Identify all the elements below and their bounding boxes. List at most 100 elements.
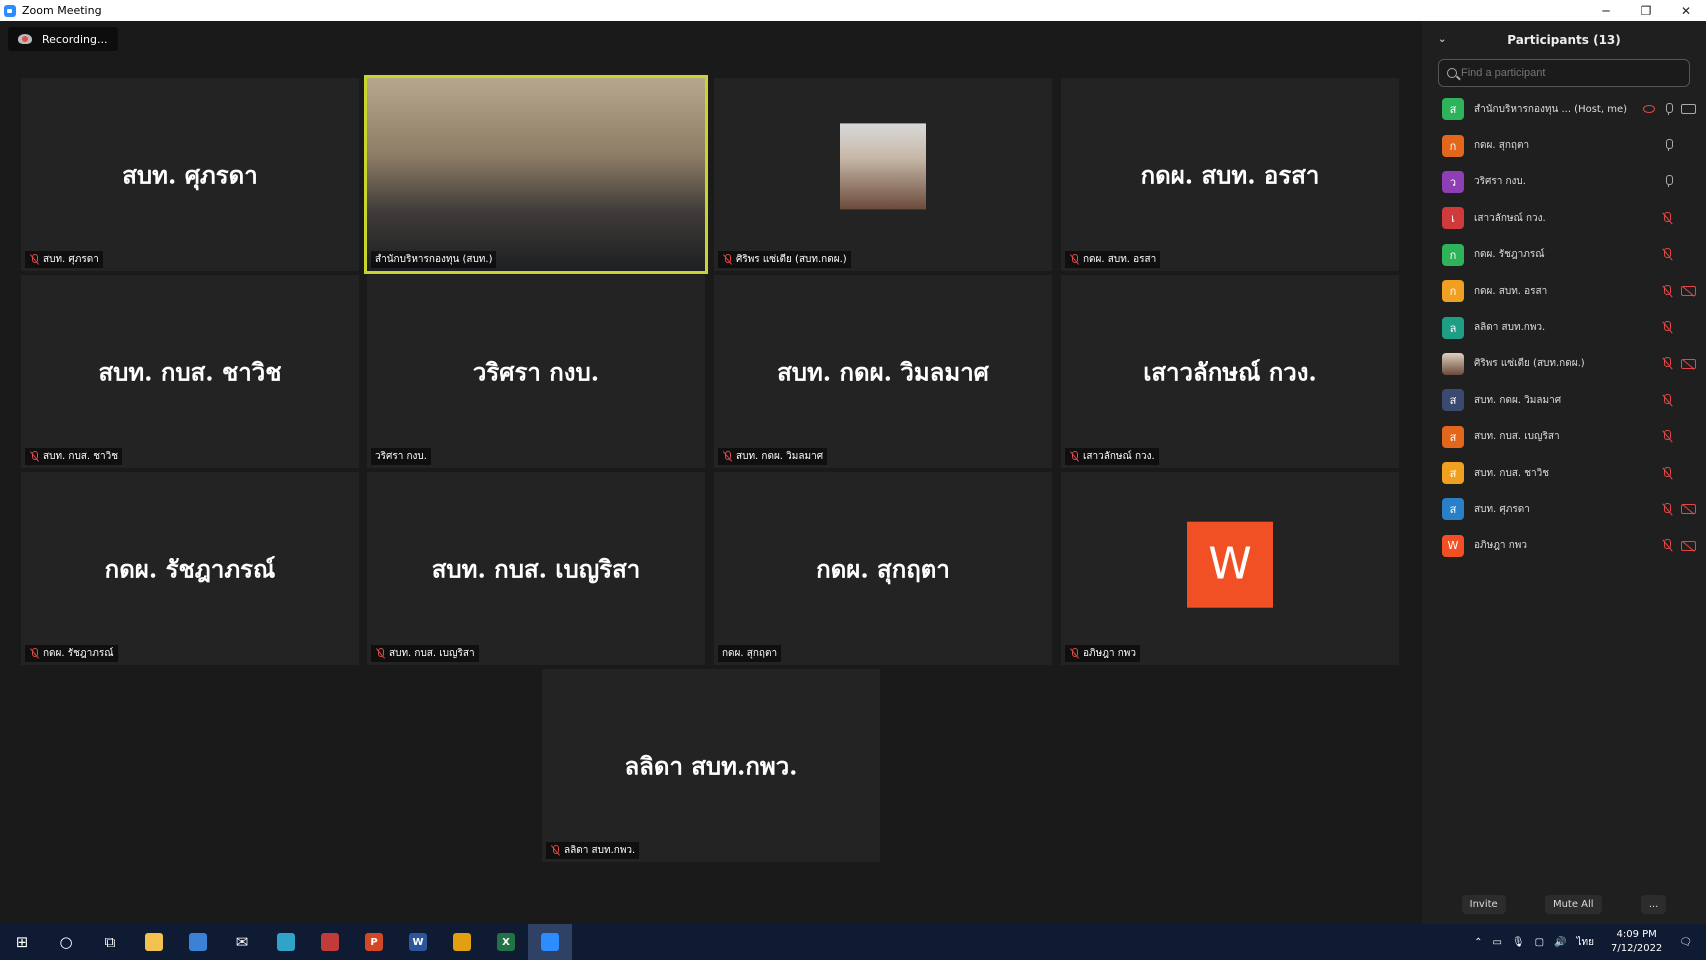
participant-row[interactable]: เ เสาวลักษณ์ กวง. [1422, 200, 1706, 236]
powerpoint-taskbar-icon[interactable]: P [352, 924, 396, 960]
mic-icon[interactable] [1663, 139, 1673, 152]
video-tile[interactable]: สำนักบริหารกองทุน (สบท.) [364, 75, 708, 274]
chrome-taskbar-icon[interactable] [440, 924, 484, 960]
camera-off-icon[interactable] [1681, 504, 1696, 515]
search-taskbar-icon[interactable]: ○ [44, 924, 88, 960]
more-options-button[interactable]: ... [1640, 895, 1667, 914]
invite-button[interactable]: Invite [1461, 895, 1506, 914]
mic-icon[interactable] [1663, 102, 1673, 116]
app-red-taskbar-icon[interactable] [308, 924, 352, 960]
video-tile[interactable]: สบท. กบส. เบญริสา สบท. กบส. เบญริสา [367, 472, 705, 665]
camera-icon[interactable] [1681, 104, 1696, 115]
language-indicator[interactable]: ไทย [1577, 935, 1594, 950]
tile-display-name: ลลิดา สบท.กพว. [624, 751, 798, 780]
mic-icon[interactable] [1663, 175, 1673, 188]
mic-muted-icon[interactable] [1661, 502, 1673, 516]
participant-row[interactable]: ล ลลิดา สบท.กพว. [1422, 309, 1706, 345]
word-taskbar-icon[interactable]: W [396, 924, 440, 960]
participant-name: วริศรา กงบ. [1474, 176, 1526, 188]
mic-muted-icon[interactable] [1661, 284, 1673, 298]
participant-avatar: เ [1442, 207, 1464, 230]
tile-display-name: กดผ. สบท. อรสา [1140, 160, 1320, 189]
tile-display-name: สบท. กดผ. วิมลมาศ [777, 357, 989, 386]
participant-row[interactable]: ก กดผ. รัชฎาภรณ์ [1422, 237, 1706, 273]
video-tile[interactable]: สบท. ศุภรดา สบท. ศุภรดา [21, 78, 359, 271]
participant-search[interactable] [1438, 59, 1690, 87]
camera-off-icon[interactable] [1681, 286, 1696, 297]
close-button[interactable]: ✕ [1666, 0, 1706, 21]
network-icon[interactable]: ▭ [1492, 937, 1501, 948]
tile-name-label: สบท. ศุภรดา [25, 251, 103, 268]
notifications-icon[interactable]: 🗨 [1679, 937, 1692, 948]
participant-row[interactable]: ส สบท. กบส. เบญริสา [1422, 419, 1706, 455]
mic-muted-icon[interactable] [1661, 430, 1673, 443]
display-icon[interactable]: ▢ [1535, 937, 1544, 948]
participant-row[interactable]: ก กดผ. สุกฤตา [1422, 127, 1706, 163]
mic-muted-icon[interactable] [1661, 321, 1673, 334]
tile-label-text: สบท. กบส. เบญริสา [389, 648, 475, 659]
participant-row[interactable]: W อภิษฎา กพว [1422, 528, 1706, 564]
video-tile[interactable]: กดผ. สบท. อรสา กดผ. สบท. อรสา [1061, 78, 1399, 271]
video-tile[interactable]: วริศรา กงบ. วริศรา กงบ. [367, 275, 705, 468]
mic-muted-icon[interactable] [1661, 466, 1673, 480]
mail-taskbar-icon[interactable]: ✉ [220, 924, 264, 960]
recording-indicator[interactable]: Recording... [8, 27, 118, 51]
video-tile[interactable]: ศิริพร แซ่เตีย (สบท.กดผ.) [714, 78, 1052, 271]
video-tile[interactable]: ลลิดา สบท.กพว. ลลิดา สบท.กพว. [542, 669, 880, 862]
video-gallery: Recording... สบท. ศุภรดา สบท. ศุภรดา สำนัก… [0, 21, 1422, 924]
tray-chevron-icon[interactable]: ⌃ [1474, 937, 1482, 948]
video-tile[interactable]: W อภิษฎา กพว [1061, 472, 1399, 665]
microphone-tray-icon[interactable]: 🎙 [1512, 937, 1525, 948]
recording-eye-icon [1643, 105, 1655, 114]
participant-row[interactable]: ว วริศรา กงบ. [1422, 164, 1706, 200]
video-tile[interactable]: กดผ. รัชฎาภรณ์ กดผ. รัชฎาภรณ์ [21, 472, 359, 665]
zoom-taskbar-icon[interactable] [528, 924, 572, 960]
collapse-chevron-icon[interactable]: ⌄ [1438, 34, 1446, 45]
mic-muted-icon[interactable] [1661, 248, 1673, 261]
start-taskbar-icon[interactable]: ⊞ [0, 924, 44, 960]
store-taskbar-icon[interactable] [176, 924, 220, 960]
video-tile[interactable]: เสาวลักษณ์ กวง. เสาวลักษณ์ กวง. [1061, 275, 1399, 468]
participant-row[interactable]: ส สบท. กดผ. วิมลมาศ [1422, 382, 1706, 418]
video-tile[interactable]: กดผ. สุกฤตา กดผ. สุกฤตา [714, 472, 1052, 665]
word-icon: W [409, 933, 427, 951]
mic-muted-icon[interactable] [1661, 539, 1673, 552]
participant-name: สำนักบริหารกองทุน ... (Host, me) [1474, 103, 1627, 115]
mic-muted-icon [722, 254, 732, 265]
tile-label-text: กดผ. รัชฎาภรณ์ [43, 648, 114, 659]
store-icon [189, 933, 207, 951]
clock[interactable]: 4:09 PM 7/12/2022 [1611, 928, 1662, 956]
mic-muted-icon[interactable] [1661, 393, 1673, 407]
mic-muted-icon [29, 648, 39, 659]
edge-taskbar-icon[interactable] [264, 924, 308, 960]
participant-avatar: ก [1442, 134, 1464, 157]
video-tile[interactable]: สบท. กบส. ชาวิช สบท. กบส. ชาวิช [21, 275, 359, 468]
camera-off-icon[interactable] [1681, 358, 1696, 369]
search-input[interactable] [1461, 67, 1681, 79]
participant-row[interactable]: ส สบท. กบส. ชาวิช [1422, 455, 1706, 491]
video-tile[interactable]: สบท. กดผ. วิมลมาศ สบท. กดผ. วิมลมาศ [714, 275, 1052, 468]
tile-display-name: เสาวลักษณ์ กวง. [1143, 357, 1317, 386]
file-explorer-taskbar-icon[interactable] [132, 924, 176, 960]
mute-all-button[interactable]: Mute All [1544, 895, 1602, 914]
camera-off-icon[interactable] [1681, 540, 1696, 551]
participant-row[interactable]: ศิริพร แซ่เตีย (สบท.กดผ.) [1422, 346, 1706, 382]
restore-button[interactable]: ❐ [1626, 0, 1666, 21]
participant-status-icons [1661, 455, 1696, 491]
mic-muted-icon[interactable] [1661, 211, 1673, 225]
excel-icon: X [497, 933, 515, 951]
tile-name-label: กดผ. สุกฤตา [718, 645, 782, 662]
participant-row[interactable]: ก กดผ. สบท. อรสา [1422, 273, 1706, 309]
participant-row[interactable]: ส สำนักบริหารกองทุน ... (Host, me) [1422, 91, 1706, 127]
mic-muted-icon [1069, 451, 1079, 462]
excel-taskbar-icon[interactable]: X [484, 924, 528, 960]
minimize-button[interactable]: ─ [1586, 0, 1626, 21]
volume-icon[interactable]: 🔊 [1554, 937, 1566, 948]
participant-status-icons [1661, 346, 1696, 382]
tile-display-name: วริศรา กงบ. [472, 357, 600, 386]
mic-muted-icon[interactable] [1661, 357, 1673, 370]
task-view-taskbar-icon[interactable]: ⧉ [88, 924, 132, 960]
participant-row[interactable]: ส สบท. ศุภรดา [1422, 491, 1706, 527]
participant-avatar: ส [1442, 498, 1464, 521]
participant-status-icons [1661, 200, 1696, 236]
